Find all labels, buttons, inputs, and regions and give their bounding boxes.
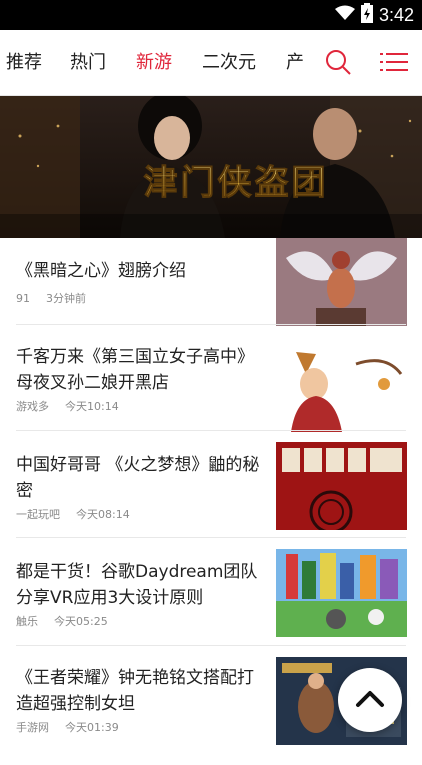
tab-new-games[interactable]: 新游	[136, 30, 172, 95]
featured-banner[interactable]: 津门侠盗团	[0, 96, 422, 238]
article-meta: 游戏多 今天10:14	[16, 398, 119, 414]
status-time: 3:42	[378, 4, 414, 25]
article-meta: 手游网 今天01:39	[16, 719, 119, 735]
tab-industry[interactable]: 产业	[286, 30, 305, 95]
article-thumbnail	[276, 442, 407, 530]
article-time: 今天10:14	[65, 400, 119, 413]
article-item-3[interactable]: 中国好哥哥 《火之梦想》鼬的秘密 一起玩吧 今天08:14	[0, 442, 422, 550]
list-divider	[16, 537, 406, 538]
article-thumbnail	[276, 238, 407, 326]
article-title: 《王者荣耀》钟无艳铭文搭配打造超强控制女坦	[16, 668, 254, 714]
top-nav: 推荐 热门 新游 二次元 产业	[0, 30, 422, 96]
article-source: 触乐	[16, 615, 38, 628]
article-thumbnail	[276, 344, 407, 432]
article-meta: 一起玩吧 今天08:14	[16, 506, 130, 522]
status-icons: 3:42	[334, 0, 414, 30]
article-item-1[interactable]: 《黑暗之心》翅膀介绍 91 3分钟前	[0, 238, 422, 346]
article-title: 中国好哥哥 《火之梦想》鼬的秘密	[16, 455, 260, 501]
list-divider	[16, 645, 406, 646]
article-source: 91	[16, 292, 30, 305]
banner-image: 津门侠盗团	[0, 96, 422, 238]
status-bar: 3:42	[0, 0, 422, 30]
article-item-2[interactable]: 千客万来《第三国立女子高中》母夜叉孙二娘开黑店 游戏多 今天10:14	[0, 336, 422, 444]
menu-icon[interactable]	[378, 46, 410, 78]
wifi-icon	[334, 5, 355, 25]
scroll-top-button[interactable]	[338, 668, 402, 732]
article-meta: 91 3分钟前	[16, 290, 86, 306]
article-title: 千客万来《第三国立女子高中》母夜叉孙二娘开黑店	[16, 347, 254, 393]
article-meta: 触乐 今天05:25	[16, 613, 108, 629]
list-divider	[16, 324, 406, 325]
chevron-up-icon	[355, 688, 385, 712]
tab-anime[interactable]: 二次元	[202, 30, 256, 95]
article-time: 今天08:14	[76, 508, 130, 521]
article-time: 今天05:25	[54, 615, 108, 628]
article-title: 都是干货！谷歌Daydream团队分享VR应用3大设计原则	[16, 562, 258, 608]
article-title: 《黑暗之心》翅膀介绍	[16, 261, 186, 281]
article-time: 今天01:39	[65, 721, 119, 734]
article-time: 3分钟前	[46, 292, 86, 305]
article-source: 手游网	[16, 721, 49, 734]
article-source: 游戏多	[16, 400, 49, 413]
article-thumbnail	[276, 549, 407, 637]
tab-hot[interactable]: 热门	[70, 30, 106, 95]
search-icon[interactable]	[322, 46, 354, 78]
article-source: 一起玩吧	[16, 508, 60, 521]
article-item-4[interactable]: 都是干货！谷歌Daydream团队分享VR应用3大设计原则 触乐 今天05:25	[0, 549, 422, 657]
list-divider	[16, 430, 406, 431]
banner-title: 津门侠盗团	[144, 163, 329, 203]
battery-icon	[360, 3, 373, 27]
category-tabs: 推荐 热门 新游 二次元 产业	[0, 30, 305, 95]
tab-recommended[interactable]: 推荐	[6, 30, 42, 95]
